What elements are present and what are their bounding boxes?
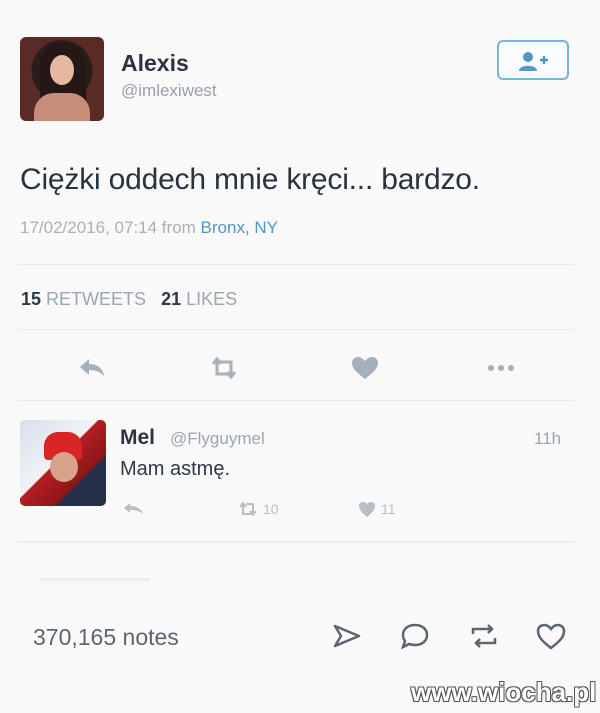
retweets-count: 15 <box>21 289 42 309</box>
follow-button[interactable] <box>497 40 569 80</box>
reply-retweet-count: 10 <box>263 501 279 518</box>
reply-icon <box>124 503 143 514</box>
reply-like-button[interactable]: 11 <box>357 500 396 518</box>
tweet-stats: 15 RETWEETS 21 LIKES <box>21 289 237 310</box>
reply-author-handle[interactable]: @Flyguymel <box>170 429 265 449</box>
divider <box>18 400 574 401</box>
likes-count: 21 <box>161 289 182 309</box>
retweet-icon[interactable] <box>207 354 241 382</box>
reply-timestamp: 11h <box>534 429 562 448</box>
divider <box>18 541 574 543</box>
tweet-date: 17/02/2016, 07:14 from <box>20 218 201 237</box>
reply-author-name[interactable]: Mel <box>120 426 155 450</box>
heart-icon <box>359 502 375 518</box>
divider <box>18 329 574 330</box>
reply-reply-button[interactable] <box>120 500 148 521</box>
author-avatar[interactable] <box>20 37 104 121</box>
heart-icon[interactable] <box>348 354 382 382</box>
send-icon[interactable] <box>330 620 364 652</box>
comment-icon[interactable] <box>398 620 432 652</box>
divider <box>18 264 574 265</box>
reply-like-count: 11 <box>381 501 396 518</box>
reply-icon[interactable] <box>74 354 108 382</box>
reply-avatar[interactable] <box>20 420 106 506</box>
watermark: www.wiocha.pl <box>411 677 597 707</box>
tweet-location[interactable]: Bronx, NY <box>201 218 278 237</box>
divider <box>40 578 150 581</box>
reply-text: Mam astmę. <box>120 458 231 480</box>
notes-count[interactable]: 370,165 notes <box>33 624 179 651</box>
likes-label[interactable]: LIKES <box>186 289 237 309</box>
retweets-label[interactable]: RETWEETS <box>46 289 146 309</box>
more-icon[interactable] <box>484 354 518 382</box>
retweet-icon <box>239 501 257 517</box>
tweet-meta: 17/02/2016, 07:14 from Bronx, NY <box>20 218 278 238</box>
author-name[interactable]: Alexis <box>121 50 189 77</box>
reply-retweet-button[interactable]: 10 <box>237 500 279 518</box>
author-handle[interactable]: @imlexiwest <box>121 81 217 101</box>
tweet-text: Ciężki oddech mnie kręci... bardzo. <box>20 163 480 196</box>
like-icon[interactable] <box>534 620 568 652</box>
follow-user-icon <box>519 52 548 71</box>
reblog-icon[interactable] <box>467 620 501 652</box>
